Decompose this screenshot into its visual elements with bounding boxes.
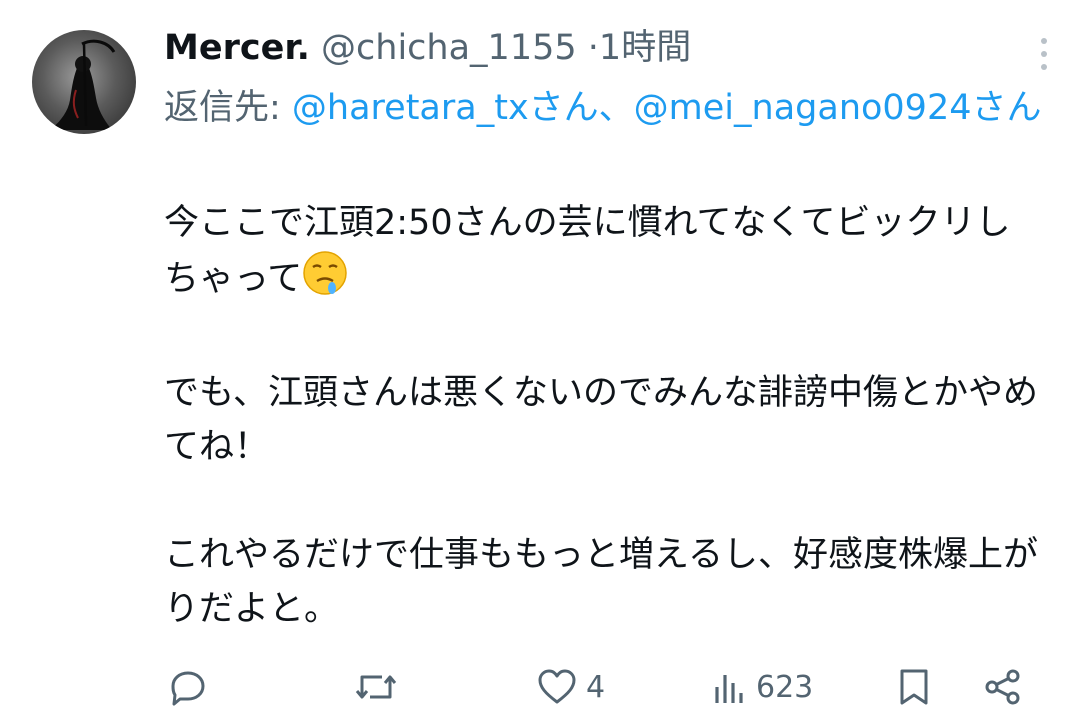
like-button[interactable]: 4 (536, 662, 605, 712)
reply-mention-haretara[interactable]: @haretara_txさん (292, 88, 599, 128)
tweet[interactable]: Mercer. @chicha_1155 ·1時間 返信先: @haretara… (0, 0, 1080, 719)
share-icon (982, 667, 1024, 707)
display-name[interactable]: Mercer. (164, 28, 310, 68)
reply-icon (168, 667, 208, 707)
views-count: 623 (756, 669, 814, 705)
action-bar: 4 623 (164, 662, 1044, 712)
separator: · (587, 28, 599, 68)
more-options-icon[interactable] (1038, 36, 1050, 72)
reply-button[interactable] (168, 662, 208, 712)
avatar[interactable] (32, 30, 136, 134)
bookmark-icon (896, 667, 932, 707)
views-button[interactable]: 623 (712, 662, 813, 712)
reply-mention-mei[interactable]: @mei_nagano0924さん (634, 88, 1042, 128)
timestamp[interactable]: 1時間 (599, 28, 691, 68)
tweet-body: 今ここで江頭2:50さんの芸に慣れてなくてビックリしちゃって でも、江頭さんは悪… (164, 196, 1044, 636)
reply-separator: 、 (598, 88, 634, 128)
retweet-icon (354, 667, 398, 707)
bookmark-button[interactable] (896, 662, 932, 712)
heart-icon (536, 667, 578, 707)
retweet-button[interactable] (354, 662, 398, 712)
handle[interactable]: @chicha_1155 (321, 28, 577, 68)
body-text-1: 今ここで江頭2:50さんの芸に慣れてなくてビックリしちゃって (164, 203, 1011, 299)
reply-prefix: 返信先: (164, 88, 292, 128)
tweet-header: Mercer. @chicha_1155 ·1時間 (164, 24, 691, 72)
like-count: 4 (586, 669, 606, 705)
body-paragraph-1: 今ここで江頭2:50さんの芸に慣れてなくてビックリしちゃって (164, 196, 1044, 312)
body-paragraph-2: でも、江頭さんは悪くないのでみんな誹謗中傷とかやめてね！ (164, 373, 1038, 467)
views-icon (712, 667, 748, 707)
reply-context: 返信先: @haretara_txさん、@mei_nagano0924さん (164, 82, 1054, 134)
face-holding-back-tears-emoji (302, 250, 348, 312)
body-paragraph-3: これやるだけで仕事ももっと増えるし、好感度株爆上がりだよと。 (164, 535, 1038, 629)
reaper-figure-image (50, 39, 116, 130)
share-button[interactable] (982, 662, 1024, 712)
